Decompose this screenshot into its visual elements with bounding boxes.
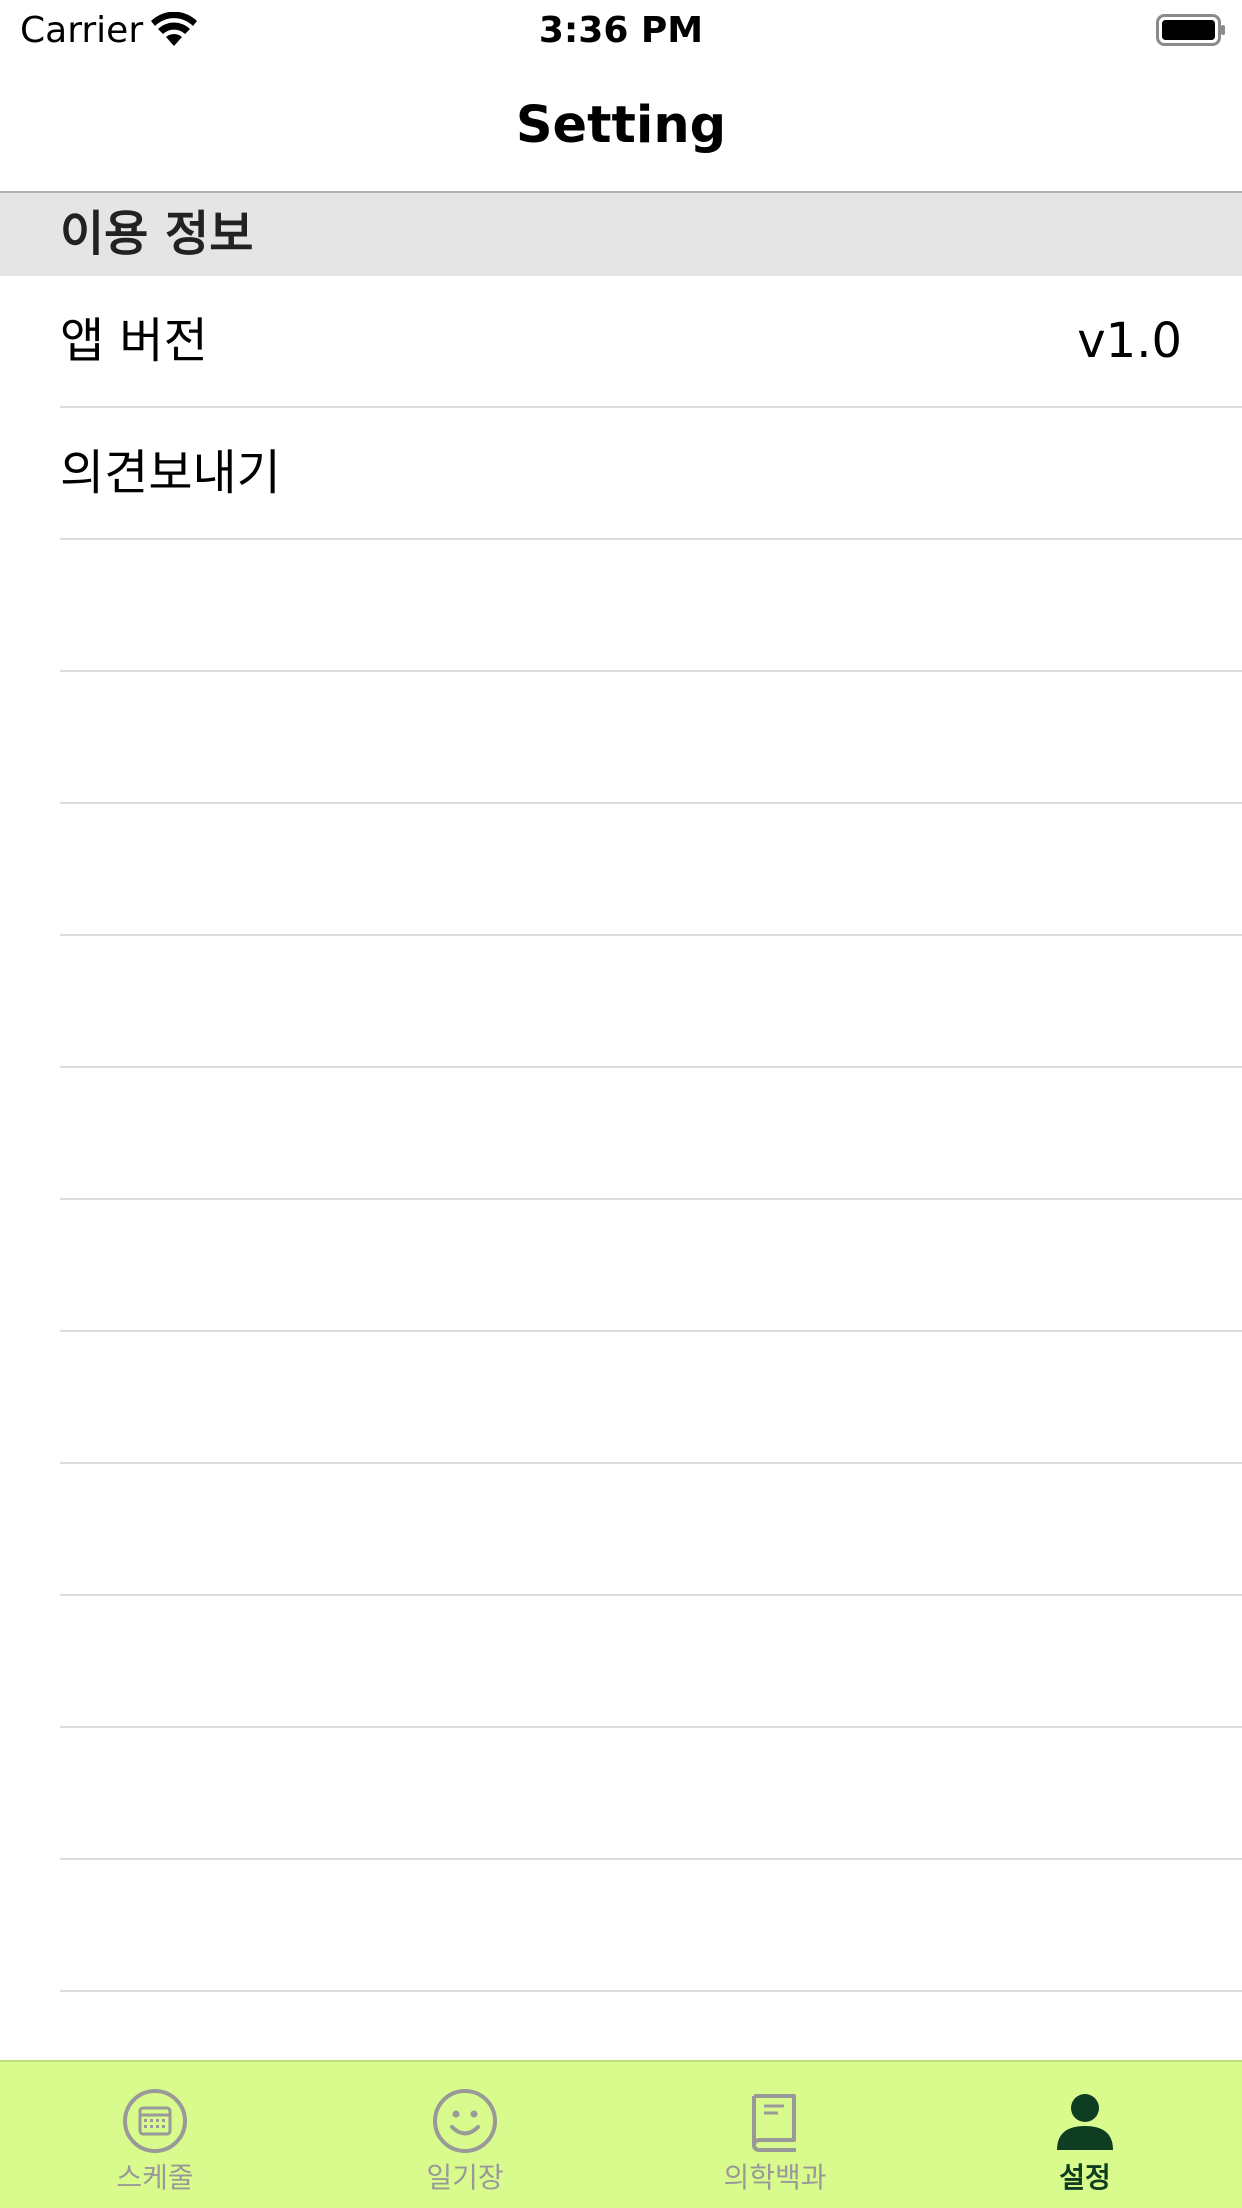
settings-screen: Carrier 3:36 PM Setting 이용 정보 앱 버전 v1.0 … [0,0,1242,2208]
battery-icon [1156,14,1225,46]
person-icon [1057,2094,1113,2150]
settings-table: 앱 버전 v1.0 의견보내기 [0,276,1242,2124]
empty-row [0,936,1242,1068]
empty-row [0,1860,1242,1992]
smiley-icon [433,2089,497,2153]
empty-row [0,1068,1242,1200]
calendar-icon [123,2089,187,2153]
navigation-bar: Setting [0,60,1242,193]
status-time: 3:36 PM [538,10,704,51]
tab-label: 의학백과 [723,2161,827,2194]
section-header: 이용 정보 [0,193,1242,276]
row-send-feedback[interactable]: 의견보내기 [0,408,1242,540]
tab-label: 스케줄 [116,2161,194,2194]
empty-row [0,1596,1242,1728]
tab-diary[interactable]: 일기장 [310,2062,620,2208]
empty-row [0,1200,1242,1332]
tab-label: 일기장 [426,2161,504,2194]
section-header-label: 이용 정보 [60,206,254,262]
book-icon [752,2094,796,2152]
empty-row [0,1464,1242,1596]
row-label: 앱 버전 [60,313,208,369]
empty-row [0,540,1242,672]
tab-settings[interactable]: 설정 [930,2062,1240,2208]
page-title: Setting [515,96,727,155]
tab-medical-encyclopedia[interactable]: 의학백과 [620,2062,930,2208]
tab-schedule[interactable]: 스케줄 [0,2062,310,2208]
tab-label: 설정 [1059,2161,1111,2194]
tab-bar: 스케줄 일기장 의학백과 설정 [0,2060,1242,2208]
empty-row [0,1332,1242,1464]
row-label: 의견보내기 [60,445,281,501]
status-bar: Carrier 3:36 PM [0,0,1242,60]
empty-row [0,1728,1242,1860]
empty-row [0,672,1242,804]
empty-row [0,804,1242,936]
row-app-version[interactable]: 앱 버전 v1.0 [0,276,1242,408]
row-detail-version: v1.0 [1077,313,1182,369]
